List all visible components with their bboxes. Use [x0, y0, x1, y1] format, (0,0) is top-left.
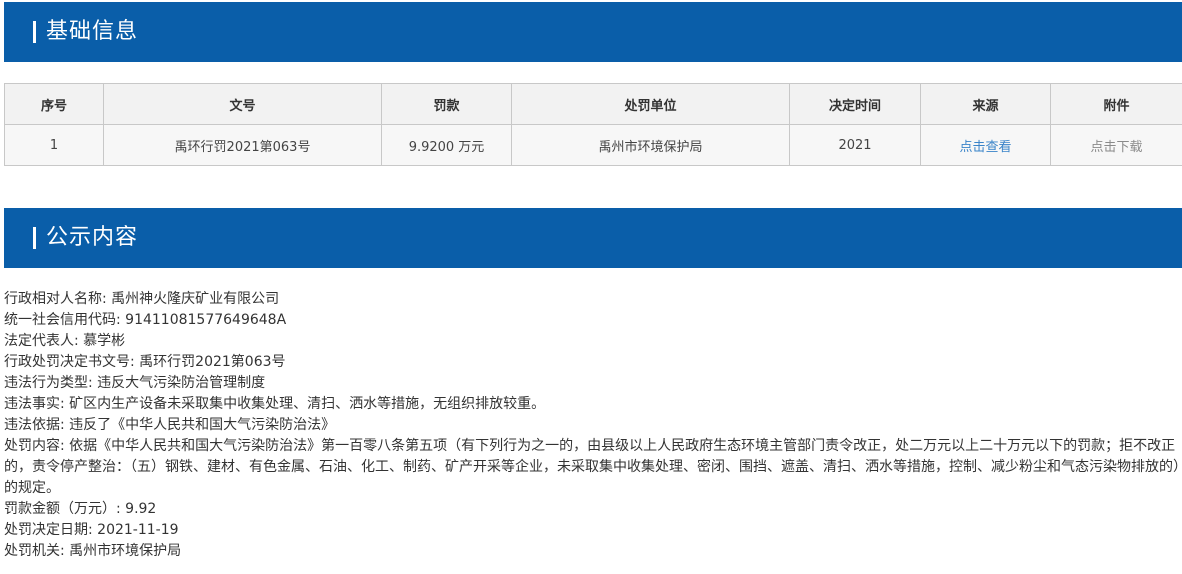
fine-amount: 罚款金额（万元）: 9.92: [4, 501, 157, 517]
cell-decision-time: 2021: [789, 124, 921, 166]
view-source-link[interactable]: 点击查看: [959, 140, 1011, 155]
col-header-decision-time: 决定时间: [789, 83, 921, 125]
header-accent-bar: [33, 21, 36, 43]
col-header-source: 来源: [920, 83, 1051, 125]
col-header-fine: 罚款: [381, 83, 512, 125]
public-content-title: 公示内容: [46, 225, 139, 250]
table-header-row: 序号 文号 罚款 处罚单位 决定时间 来源 附件: [4, 83, 1182, 125]
violation-type: 违法行为类型: 违反大气污染防治管理制度: [4, 375, 266, 391]
basic-info-header: 基础信息: [4, 2, 1182, 62]
legal-representative: 法定代表人: 慕学彬: [4, 333, 126, 349]
public-content-body: 行政相对人名称: 禹州神火隆庆矿业有限公司 统一社会信用代码: 91411081…: [4, 289, 1180, 562]
penalty-authority: 处罚机关: 禹州市环境保护局: [4, 543, 182, 559]
table-row: 1 禹环行罚2021第063号 9.9200 万元 禹州市环境保护局 2021 …: [4, 124, 1182, 166]
penalty-content: 处罚内容: 依据《中华人民共和国大气污染防治法》第一百零八条第五项（有下列行为之…: [4, 438, 1180, 496]
party-name: 行政相对人名称: 禹州神火隆庆矿业有限公司: [4, 291, 280, 307]
col-header-doc-number: 文号: [103, 83, 382, 125]
cell-index: 1: [4, 124, 104, 166]
download-attachment-link[interactable]: 点击下载: [1090, 140, 1142, 155]
cell-unit: 禹州市环境保护局: [511, 124, 790, 166]
header-accent-bar: [33, 227, 36, 249]
credit-code: 统一社会信用代码: 91411081577649648A: [4, 312, 287, 328]
decision-date: 处罚决定日期: 2021-11-19: [4, 522, 179, 538]
violation-basis: 违法依据: 违反了《中华人民共和国大气污染防治法》: [4, 417, 336, 433]
col-header-unit: 处罚单位: [511, 83, 790, 125]
cell-fine: 9.9200 万元: [381, 124, 512, 166]
violation-facts: 违法事实: 矿区内生产设备未采取集中收集处理、清扫、洒水等措施，无组织排放较重。: [4, 396, 546, 412]
cell-attachment: 点击下载: [1050, 124, 1182, 166]
col-header-index: 序号: [4, 83, 104, 125]
basic-info-title: 基础信息: [46, 19, 139, 44]
col-header-attachment: 附件: [1050, 83, 1182, 125]
cell-source: 点击查看: [920, 124, 1051, 166]
decision-doc-number: 行政处罚决定书文号: 禹环行罚2021第063号: [4, 354, 286, 370]
public-content-header: 公示内容: [4, 208, 1182, 268]
penalty-table: 序号 文号 罚款 处罚单位 决定时间 来源 附件 1 禹环行罚2021第063号…: [4, 83, 1182, 166]
cell-doc-number: 禹环行罚2021第063号: [103, 124, 382, 166]
